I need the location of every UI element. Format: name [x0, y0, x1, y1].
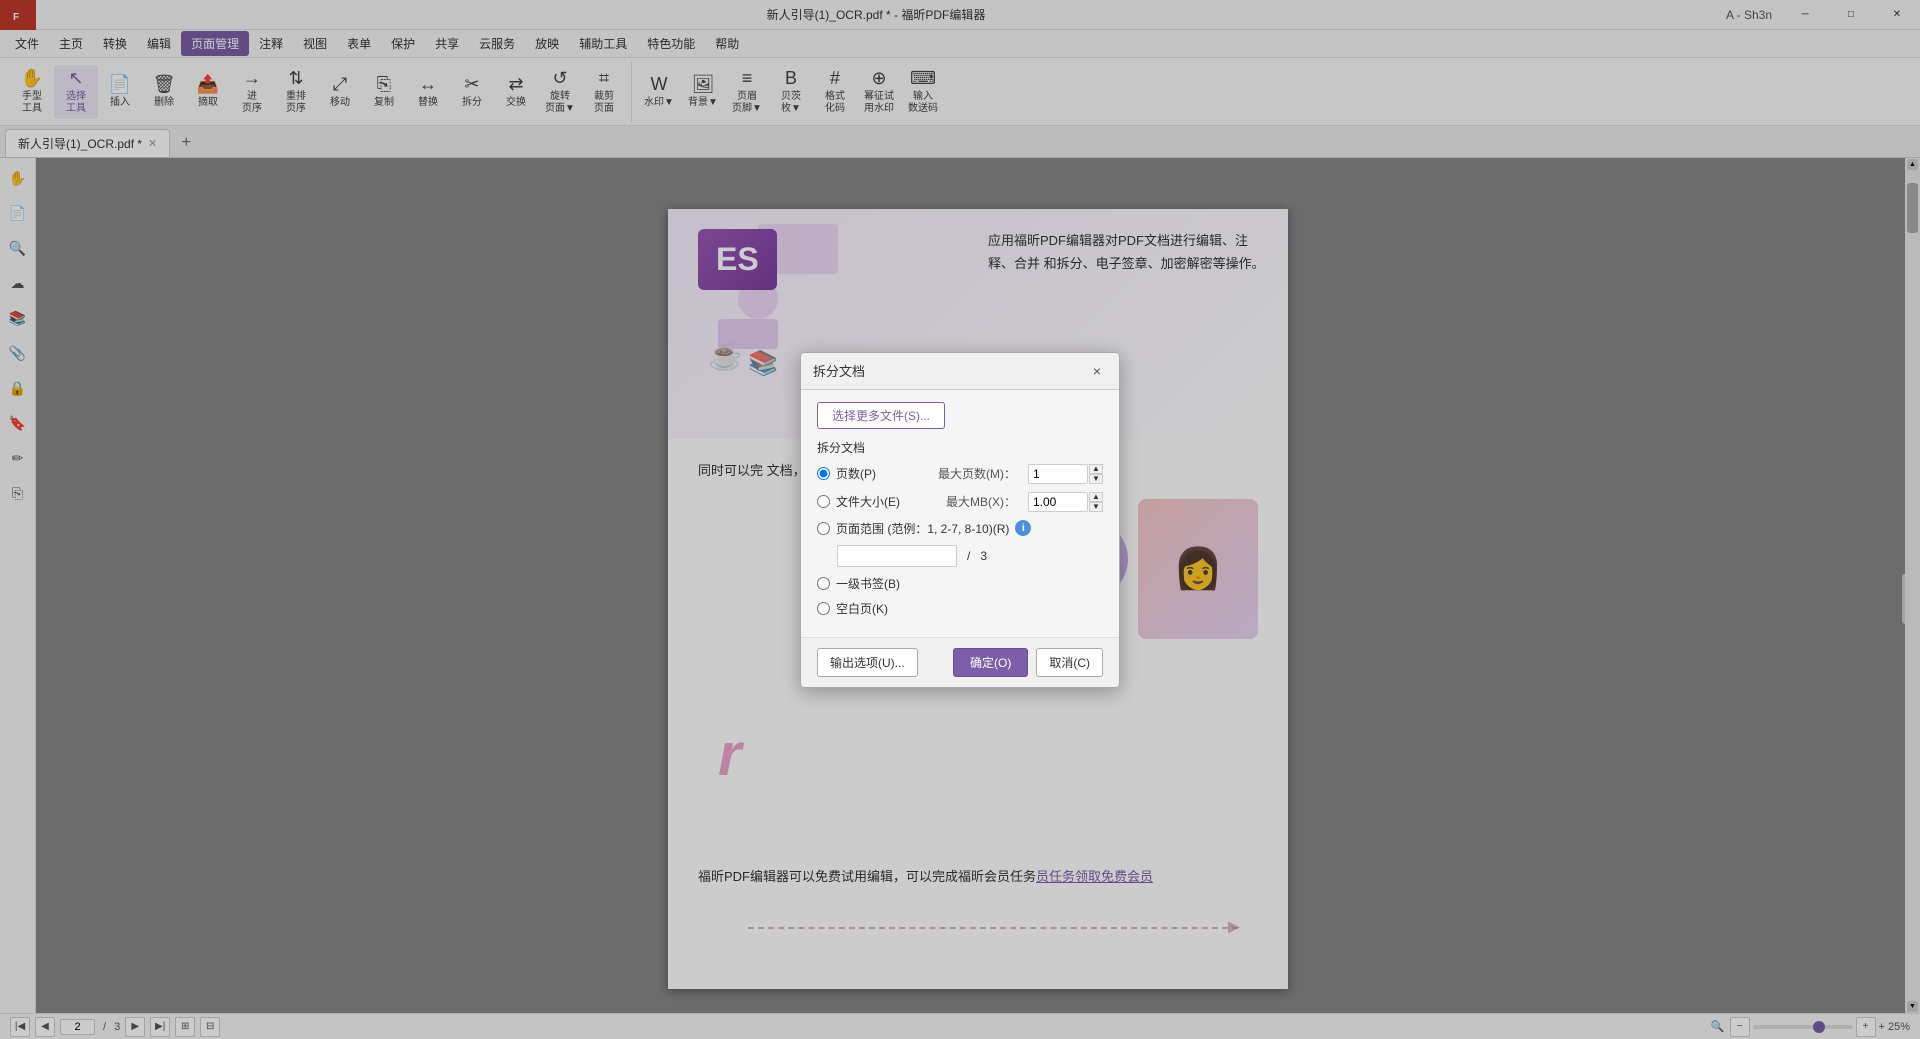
by-pages-radio[interactable] [817, 467, 830, 480]
output-options-button[interactable]: 输出选项(U)... [817, 648, 918, 677]
by-blank-option: 空白页(K) [817, 600, 1103, 617]
footer-right: 确定(O) 取消(C) [953, 648, 1103, 677]
max-pages-spinner: ▲ ▼ [1089, 464, 1103, 484]
page-range-row: / 3 [837, 545, 1103, 567]
max-mb-up[interactable]: ▲ [1089, 492, 1103, 502]
page-range-input[interactable] [837, 545, 957, 567]
max-mb-input[interactable] [1028, 492, 1088, 512]
page-slash: / [967, 549, 970, 563]
page-total-display: 3 [980, 549, 987, 563]
by-bookmark-option: 一级书签(B) [817, 575, 1103, 592]
dialog-body: 选择更多文件(S)... 拆分文档 页数(P) 最大页数(M)： ▲ ▼ [801, 390, 1119, 637]
by-range-radio[interactable] [817, 522, 830, 535]
cancel-button[interactable]: 取消(C) [1036, 648, 1103, 677]
by-size-radio[interactable] [817, 495, 830, 508]
by-bookmark-radio[interactable] [817, 577, 830, 590]
by-blank-label[interactable]: 空白页(K) [836, 600, 888, 617]
by-pages-label[interactable]: 页数(P) [836, 465, 876, 482]
info-icon[interactable]: i [1015, 520, 1031, 536]
by-size-label[interactable]: 文件大小(E) [836, 493, 900, 510]
dialog-title-bar: 拆分文档 × [801, 353, 1119, 390]
by-range-option: 页面范围 (范例：1, 2-7, 8-10)(R) i [817, 520, 1103, 537]
max-pages-label: 最大页数(M)： [926, 465, 1016, 482]
dialog-footer: 输出选项(U)... 确定(O) 取消(C) [801, 637, 1119, 687]
dialog-overlay: 拆分文档 × 选择更多文件(S)... 拆分文档 页数(P) 最大页数(M)： [0, 0, 1920, 1039]
footer-left: 输出选项(U)... [817, 648, 918, 677]
by-blank-radio[interactable] [817, 602, 830, 615]
dialog-title: 拆分文档 [813, 361, 865, 380]
max-pages-input-group: ▲ ▼ [1028, 464, 1103, 484]
max-mb-spinner: ▲ ▼ [1089, 492, 1103, 512]
dialog-close-button[interactable]: × [1087, 361, 1107, 381]
select-files-button[interactable]: 选择更多文件(S)... [817, 402, 945, 429]
max-mb-label: 最大MB(X)： [926, 493, 1016, 510]
by-size-option: 文件大小(E) 最大MB(X)： ▲ ▼ [817, 492, 1103, 512]
split-document-dialog: 拆分文档 × 选择更多文件(S)... 拆分文档 页数(P) 最大页数(M)： [800, 352, 1120, 688]
by-range-label[interactable]: 页面范围 (范例：1, 2-7, 8-10)(R) [836, 520, 1009, 537]
ok-button[interactable]: 确定(O) [953, 648, 1028, 677]
max-pages-down[interactable]: ▼ [1089, 474, 1103, 484]
by-bookmark-label[interactable]: 一级书签(B) [836, 575, 900, 592]
max-pages-input[interactable] [1028, 464, 1088, 484]
max-pages-up[interactable]: ▲ [1089, 464, 1103, 474]
by-pages-option: 页数(P) 最大页数(M)： ▲ ▼ [817, 464, 1103, 484]
max-mb-input-group: ▲ ▼ [1028, 492, 1103, 512]
max-mb-down[interactable]: ▼ [1089, 502, 1103, 512]
dialog-section-label: 拆分文档 [817, 439, 1103, 456]
